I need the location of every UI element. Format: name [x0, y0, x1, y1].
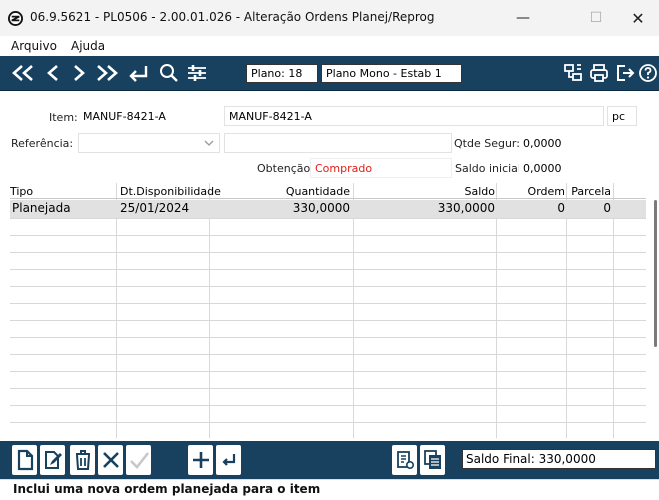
- qtde-segur-field: 0,0000: [519, 133, 637, 153]
- menu-arquivo[interactable]: Arquivo: [11, 39, 57, 53]
- table-row[interactable]: [10, 338, 646, 355]
- help-icon[interactable]: [638, 62, 658, 84]
- menu-bar: Arquivo Ajuda: [0, 36, 659, 56]
- report-icon: [396, 451, 414, 470]
- table-row[interactable]: [10, 372, 646, 389]
- new-order-button[interactable]: [12, 445, 37, 475]
- table-row[interactable]: [10, 270, 646, 287]
- maximize-button[interactable]: ☐: [573, 0, 619, 36]
- table-row[interactable]: [10, 423, 646, 438]
- confirm-check-icon: [129, 452, 149, 469]
- menu-ajuda[interactable]: Ajuda: [71, 39, 105, 53]
- table-row[interactable]: [10, 355, 646, 372]
- edit-order-button[interactable]: [40, 445, 65, 475]
- confirm-button[interactable]: [126, 445, 151, 475]
- copy-icon: [423, 450, 441, 469]
- referencia-description-field: [224, 133, 452, 153]
- delete-button[interactable]: [70, 445, 95, 475]
- column-header-parcela[interactable]: Parcela: [567, 183, 611, 198]
- cell-parcela: 0: [603, 201, 611, 215]
- column-header-ordem[interactable]: Ordem: [497, 183, 565, 198]
- report-button[interactable]: [392, 445, 417, 475]
- first-record-icon[interactable]: [10, 62, 36, 84]
- table-row[interactable]: [10, 321, 646, 338]
- cell-ordem: 0: [557, 201, 565, 215]
- column-header-dt-disponibilidade[interactable]: Dt.Disponibilidade: [120, 183, 221, 198]
- print-icon[interactable]: [588, 62, 610, 84]
- cancel-x-icon: [102, 452, 119, 468]
- cell-dt-disponibilidade: 25/01/2024: [120, 201, 190, 215]
- cell-saldo: 330,0000: [437, 201, 495, 215]
- column-header-saldo[interactable]: Saldo: [355, 183, 496, 198]
- filter-settings-icon[interactable]: [186, 62, 208, 84]
- item-label: Item:: [49, 111, 78, 124]
- copy-button[interactable]: [420, 445, 445, 475]
- qtde-segur-label: Qtde Segur:: [454, 137, 520, 150]
- hierarchy-icon[interactable]: [562, 62, 584, 84]
- item-description-field: MANUF-8421-A: [224, 106, 604, 126]
- last-record-icon[interactable]: [94, 62, 120, 84]
- status-message: Inclui uma nova ordem planejada para o i…: [13, 482, 321, 496]
- table-row[interactable]: Planejada 25/01/2024 330,0000 330,0000 0…: [10, 200, 646, 219]
- exit-icon[interactable]: [614, 62, 636, 84]
- app-logo-icon: [8, 11, 23, 26]
- obtencao-field: Comprado: [310, 158, 452, 178]
- table-row[interactable]: [10, 219, 646, 236]
- table-row[interactable]: [10, 406, 646, 423]
- grid-header: Tipo Dt.Disponibilidade Quantidade Saldo…: [10, 183, 646, 199]
- saldo-final-field: Saldo Final: 330,0000: [462, 449, 656, 469]
- cell-tipo: Planejada: [12, 201, 71, 215]
- add-button[interactable]: [188, 445, 213, 475]
- cancel-button[interactable]: [98, 445, 123, 475]
- return-icon[interactable]: [126, 62, 150, 84]
- saldo-inicial-field: 0,0000: [519, 158, 637, 178]
- plano-description-field: Plano Mono - Estab 1: [321, 64, 462, 83]
- chevron-down-icon: [204, 140, 214, 146]
- table-row[interactable]: [10, 389, 646, 406]
- orders-grid: Tipo Dt.Disponibilidade Quantidade Saldo…: [10, 183, 646, 438]
- enter-icon: [221, 454, 235, 466]
- unit-field: pc: [607, 106, 637, 126]
- cell-quantidade: 330,0000: [292, 201, 350, 215]
- obtencao-label: Obtenção:: [257, 162, 314, 175]
- delete-icon: [75, 450, 90, 470]
- new-document-icon: [17, 449, 33, 471]
- column-header-quantidade[interactable]: Quantidade: [210, 183, 350, 198]
- add-icon: [192, 452, 209, 468]
- grid-scrollbar-thumb[interactable]: [654, 200, 657, 347]
- plano-field[interactable]: Plano: 18: [246, 64, 318, 83]
- saldo-inicial-label: Saldo inicial:: [455, 162, 525, 175]
- minimize-button[interactable]: —: [500, 0, 546, 36]
- title-bar: 06.9.5621 - PL0506 - 2.00.01.026 - Alter…: [0, 0, 659, 36]
- window-title: 06.9.5621 - PL0506 - 2.00.01.026 - Alter…: [30, 10, 435, 24]
- table-row[interactable]: [10, 287, 646, 304]
- item-code-field[interactable]: MANUF-8421-A: [78, 106, 220, 126]
- table-row[interactable]: [10, 253, 646, 270]
- previous-record-icon[interactable]: [44, 62, 62, 84]
- referencia-select[interactable]: [78, 133, 220, 153]
- column-header-tipo[interactable]: Tipo: [10, 183, 115, 198]
- close-button[interactable]: ✕: [615, 0, 659, 36]
- edit-document-icon: [44, 451, 62, 469]
- referencia-label: Referência:: [11, 137, 74, 150]
- search-icon[interactable]: [158, 62, 180, 84]
- enter-button[interactable]: [216, 445, 241, 475]
- table-row[interactable]: [10, 304, 646, 321]
- table-row[interactable]: [10, 236, 646, 253]
- next-record-icon[interactable]: [70, 62, 88, 84]
